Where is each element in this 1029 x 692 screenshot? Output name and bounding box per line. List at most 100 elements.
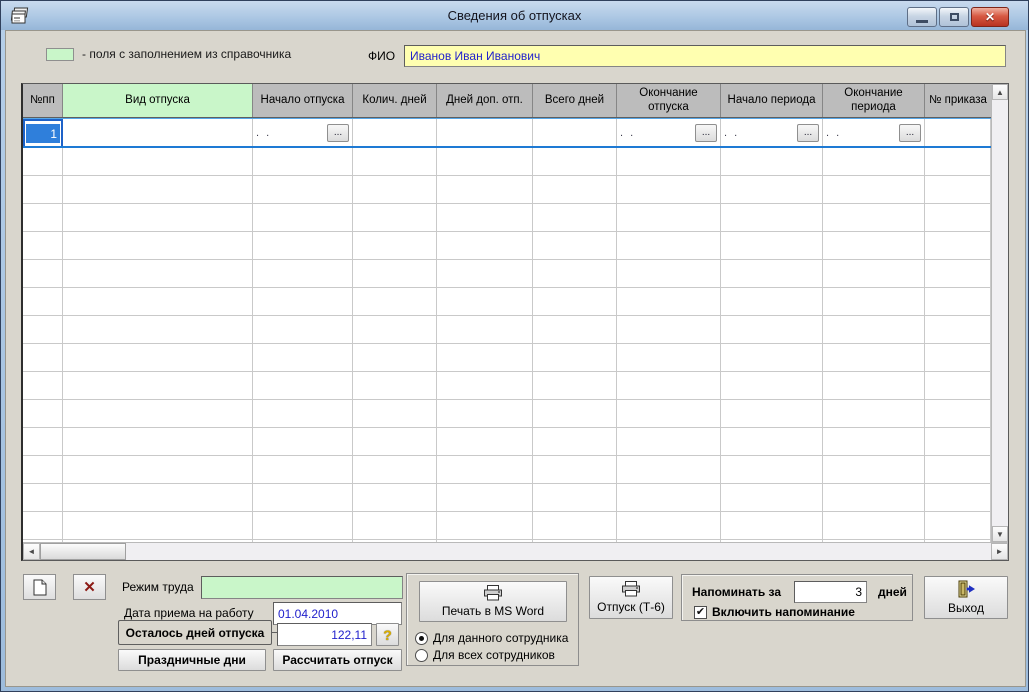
table-cell[interactable]: [925, 456, 991, 484]
days-left-value[interactable]: 122,11: [277, 623, 372, 646]
table-cell[interactable]: [63, 204, 253, 232]
table-row[interactable]: [23, 456, 991, 484]
table-cell[interactable]: [533, 456, 617, 484]
vacation-type-cell[interactable]: [63, 119, 253, 146]
col-header-vacation-type[interactable]: Вид отпуска: [63, 84, 253, 117]
vertical-scrollbar[interactable]: ▲ ▼: [991, 84, 1008, 542]
table-cell[interactable]: [63, 456, 253, 484]
table-cell[interactable]: [721, 176, 823, 204]
print-t6-button[interactable]: Отпуск (Т-6): [589, 576, 673, 619]
table-cell[interactable]: [23, 316, 63, 344]
delete-record-button[interactable]: ✕: [73, 574, 106, 600]
col-header-vacation-end[interactable]: Окончание отпуска: [617, 84, 721, 117]
table-cell[interactable]: [617, 400, 721, 428]
new-record-button[interactable]: [23, 574, 56, 600]
table-cell[interactable]: [353, 204, 437, 232]
table-cell[interactable]: [925, 344, 991, 372]
holidays-button[interactable]: Праздничные дни: [118, 649, 266, 671]
table-cell[interactable]: [63, 288, 253, 316]
order-number-cell[interactable]: [925, 119, 991, 146]
table-cell[interactable]: [63, 484, 253, 512]
table-cell[interactable]: [353, 288, 437, 316]
table-cell[interactable]: [925, 176, 991, 204]
table-cell[interactable]: [925, 260, 991, 288]
table-cell[interactable]: [437, 232, 533, 260]
table-cell[interactable]: [353, 428, 437, 456]
table-cell[interactable]: [63, 316, 253, 344]
table-cell[interactable]: [533, 400, 617, 428]
table-cell[interactable]: [617, 428, 721, 456]
hire-date-input[interactable]: 01.04.2010: [273, 602, 402, 625]
table-cell[interactable]: [721, 372, 823, 400]
table-cell[interactable]: [63, 400, 253, 428]
table-cell[interactable]: [823, 400, 925, 428]
table-cell[interactable]: [533, 288, 617, 316]
table-cell[interactable]: [353, 260, 437, 288]
table-cell[interactable]: [823, 204, 925, 232]
table-cell[interactable]: [533, 260, 617, 288]
table-cell[interactable]: [23, 204, 63, 232]
table-cell[interactable]: [353, 344, 437, 372]
table-cell[interactable]: [925, 288, 991, 316]
table-cell[interactable]: [253, 484, 353, 512]
exit-button[interactable]: Выход: [924, 576, 1008, 619]
table-cell[interactable]: [23, 232, 63, 260]
table-cell[interactable]: [823, 176, 925, 204]
table-cell[interactable]: [721, 204, 823, 232]
table-cell[interactable]: [617, 484, 721, 512]
table-row[interactable]: [23, 372, 991, 400]
table-cell[interactable]: [23, 372, 63, 400]
table-cell[interactable]: [253, 456, 353, 484]
table-row[interactable]: [23, 484, 991, 512]
col-header-extra-days[interactable]: Дней доп. отп.: [437, 84, 533, 117]
period-start-cell[interactable]: . . ...: [721, 119, 823, 146]
fio-input[interactable]: Иванов Иван Иванович: [404, 45, 1006, 67]
table-cell[interactable]: [823, 148, 925, 176]
table-cell[interactable]: [721, 400, 823, 428]
scroll-left-icon[interactable]: ◄: [23, 543, 40, 560]
table-cell[interactable]: [721, 344, 823, 372]
table-cell[interactable]: [253, 372, 353, 400]
work-mode-input[interactable]: [201, 576, 403, 599]
table-cell[interactable]: [617, 456, 721, 484]
vacation-end-cell[interactable]: . . ...: [617, 119, 721, 146]
table-cell[interactable]: [617, 316, 721, 344]
table-cell[interactable]: [533, 176, 617, 204]
table-cell[interactable]: [721, 428, 823, 456]
table-cell[interactable]: [721, 484, 823, 512]
close-button[interactable]: ✕: [971, 7, 1009, 27]
table-cell[interactable]: [353, 232, 437, 260]
table-cell[interactable]: [437, 512, 533, 540]
table-cell[interactable]: [437, 484, 533, 512]
table-row[interactable]: [23, 176, 991, 204]
table-cell[interactable]: [253, 204, 353, 232]
table-cell[interactable]: [533, 372, 617, 400]
table-row[interactable]: [23, 148, 991, 176]
table-row[interactable]: [23, 204, 991, 232]
table-cell[interactable]: [721, 456, 823, 484]
table-cell[interactable]: [533, 344, 617, 372]
scrollbar-thumb[interactable]: [40, 543, 126, 560]
table-cell[interactable]: [925, 204, 991, 232]
table-cell[interactable]: [253, 288, 353, 316]
table-cell[interactable]: [23, 260, 63, 288]
help-button[interactable]: ?: [376, 623, 399, 646]
table-cell[interactable]: [23, 400, 63, 428]
table-cell[interactable]: [353, 456, 437, 484]
days-count-cell[interactable]: [353, 119, 437, 146]
table-cell[interactable]: [721, 316, 823, 344]
table-cell[interactable]: [823, 512, 925, 540]
col-header-num[interactable]: №пп: [23, 84, 63, 117]
table-cell[interactable]: [353, 176, 437, 204]
table-cell[interactable]: [253, 148, 353, 176]
table-cell[interactable]: [353, 316, 437, 344]
date-picker-button[interactable]: ...: [797, 123, 819, 142]
table-cell[interactable]: [253, 176, 353, 204]
table-cell[interactable]: [253, 428, 353, 456]
table-row[interactable]: [23, 344, 991, 372]
table-cell[interactable]: [617, 148, 721, 176]
table-cell[interactable]: [721, 512, 823, 540]
table-row[interactable]: [23, 260, 991, 288]
table-cell[interactable]: [253, 344, 353, 372]
table-cell[interactable]: [617, 204, 721, 232]
